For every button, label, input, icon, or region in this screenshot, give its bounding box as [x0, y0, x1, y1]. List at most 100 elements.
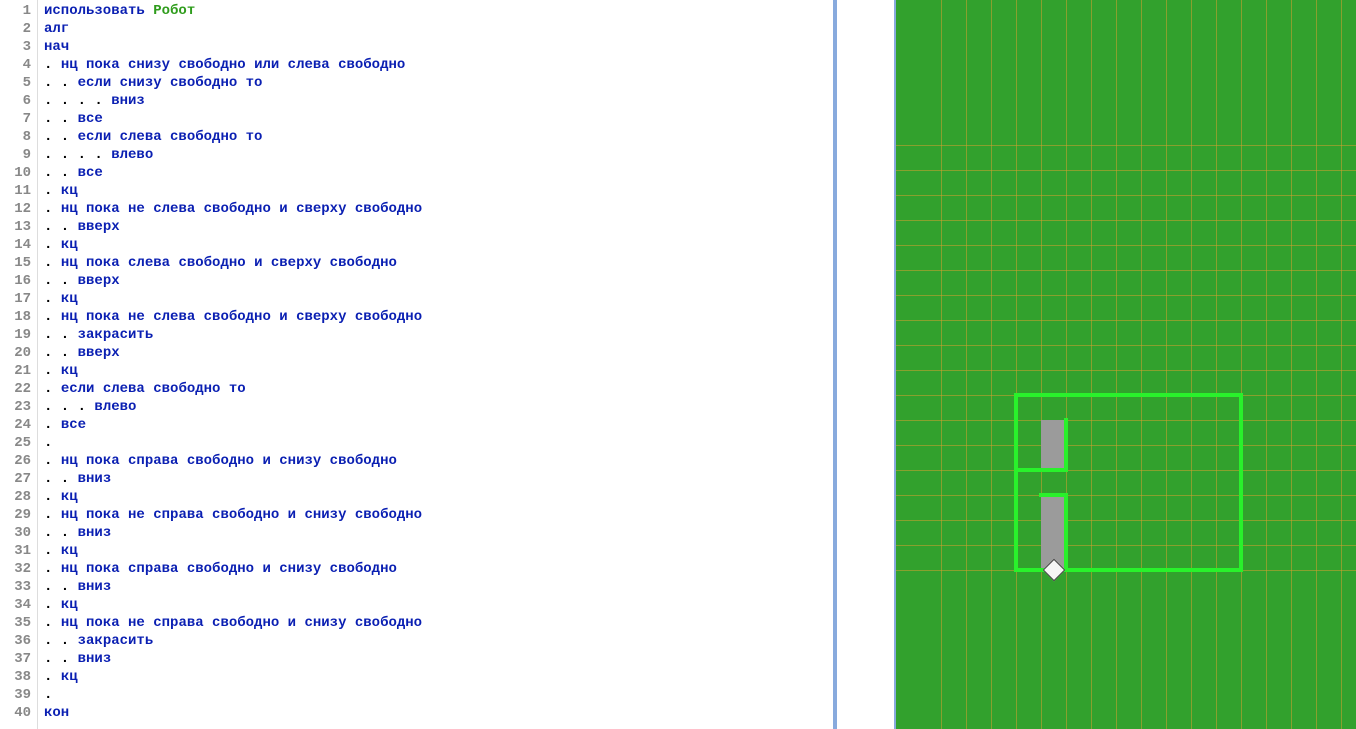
line-number: 1	[0, 2, 31, 20]
code-line[interactable]: . кц	[44, 362, 833, 380]
code-token: кц	[61, 543, 78, 559]
code-line[interactable]: . . все	[44, 164, 833, 182]
code-token: .	[44, 417, 61, 433]
code-token: закрасить	[78, 633, 154, 649]
line-number: 25	[0, 434, 31, 452]
code-line[interactable]: . нц пока справа свободно и снизу свобод…	[44, 452, 833, 470]
code-token: вверх	[78, 219, 120, 235]
grid-line	[1291, 0, 1292, 729]
code-line[interactable]: . нц пока не слева свободно и сверху сво…	[44, 308, 833, 326]
code-line[interactable]: . . вверх	[44, 344, 833, 362]
code-line[interactable]: использовать Робот	[44, 2, 833, 20]
code-line[interactable]: . нц пока не слева свободно и сверху сво…	[44, 200, 833, 218]
code-line[interactable]: . . вниз	[44, 470, 833, 488]
code-line[interactable]: . все	[44, 416, 833, 434]
grid-line	[1016, 0, 1017, 729]
painted-cell	[1041, 520, 1066, 545]
code-line[interactable]: . . вверх	[44, 272, 833, 290]
code-line[interactable]: . кц	[44, 668, 833, 686]
code-line[interactable]: . кц	[44, 236, 833, 254]
code-token: справа свободно	[128, 561, 262, 577]
grid-line	[1191, 0, 1192, 729]
code-token: .	[44, 615, 61, 631]
code-line[interactable]: . . . влево	[44, 398, 833, 416]
code-token: нц пока	[61, 57, 128, 73]
code-line[interactable]: . . . . вниз	[44, 92, 833, 110]
code-token: или	[254, 57, 288, 73]
code-token: кц	[61, 489, 78, 505]
code-line[interactable]: кон	[44, 704, 833, 722]
grid-line	[896, 220, 1356, 221]
grid-line	[1216, 0, 1217, 729]
code-token: .	[44, 363, 61, 379]
code-line[interactable]: . если слева свободно то	[44, 380, 833, 398]
code-line[interactable]: . . вверх	[44, 218, 833, 236]
code-token: если	[78, 129, 120, 145]
code-line[interactable]: . нц пока справа свободно и снизу свобод…	[44, 560, 833, 578]
code-line[interactable]: .	[44, 686, 833, 704]
code-token: то	[246, 129, 263, 145]
code-token: . .	[44, 273, 78, 289]
code-token: закрасить	[78, 327, 154, 343]
code-token: слева свободно	[153, 201, 279, 217]
code-token: вниз	[78, 471, 112, 487]
code-line[interactable]: . . все	[44, 110, 833, 128]
line-number: 29	[0, 506, 31, 524]
code-area[interactable]: использовать Роботалгнач. нц пока снизу …	[38, 0, 833, 729]
code-line[interactable]: . нц пока не справа свободно и снизу сво…	[44, 614, 833, 632]
wall	[1239, 393, 1243, 572]
code-line[interactable]: . . . . влево	[44, 146, 833, 164]
code-token: вниз	[78, 525, 112, 541]
code-line[interactable]: . нц пока не справа свободно и снизу сво…	[44, 506, 833, 524]
code-token: . .	[44, 75, 78, 91]
code-line[interactable]: . . закрасить	[44, 632, 833, 650]
line-number: 23	[0, 398, 31, 416]
wall	[1014, 393, 1243, 397]
code-token: справа свободно	[128, 453, 262, 469]
code-line[interactable]: . . вниз	[44, 650, 833, 668]
code-token: .	[44, 57, 61, 73]
code-line[interactable]: . кц	[44, 290, 833, 308]
code-token: . .	[44, 111, 78, 127]
code-token: снизу свободно	[128, 57, 254, 73]
grid-line	[1041, 0, 1042, 729]
code-line[interactable]: . кц	[44, 596, 833, 614]
code-line[interactable]: . кц	[44, 542, 833, 560]
code-token: алг	[44, 21, 69, 37]
code-line[interactable]: . нц пока слева свободно и сверху свобод…	[44, 254, 833, 272]
grid-line	[896, 295, 1356, 296]
wall	[1014, 468, 1068, 472]
code-token: . . . .	[44, 147, 111, 163]
code-token: вверх	[78, 273, 120, 289]
code-token: снизу свободно	[120, 75, 246, 91]
line-number: 19	[0, 326, 31, 344]
code-line[interactable]: . кц	[44, 182, 833, 200]
code-line[interactable]: . кц	[44, 488, 833, 506]
code-token: .	[44, 435, 52, 451]
code-token: .	[44, 561, 61, 577]
code-line[interactable]: . . вниз	[44, 578, 833, 596]
code-line[interactable]: . . если снизу свободно то	[44, 74, 833, 92]
robot-field[interactable]	[896, 0, 1356, 729]
code-token: нц пока	[61, 561, 128, 577]
code-token: все	[78, 111, 103, 127]
code-line[interactable]: .	[44, 434, 833, 452]
code-token: .	[44, 687, 52, 703]
code-token: если	[61, 381, 103, 397]
code-token: . .	[44, 345, 78, 361]
painted-cell	[1041, 420, 1066, 445]
code-line[interactable]: . . если слева свободно то	[44, 128, 833, 146]
code-token: . . .	[44, 399, 94, 415]
grid-line	[966, 0, 967, 729]
line-number: 15	[0, 254, 31, 272]
code-editor[interactable]: 1234567891011121314151617181920212223242…	[0, 0, 835, 729]
code-token: кц	[61, 183, 78, 199]
code-line[interactable]: . нц пока снизу свободно или слева свобо…	[44, 56, 833, 74]
code-line[interactable]: нач	[44, 38, 833, 56]
code-line[interactable]: алг	[44, 20, 833, 38]
code-line[interactable]: . . закрасить	[44, 326, 833, 344]
line-number: 26	[0, 452, 31, 470]
code-token: .	[44, 183, 61, 199]
code-line[interactable]: . . вниз	[44, 524, 833, 542]
code-token: . .	[44, 579, 78, 595]
